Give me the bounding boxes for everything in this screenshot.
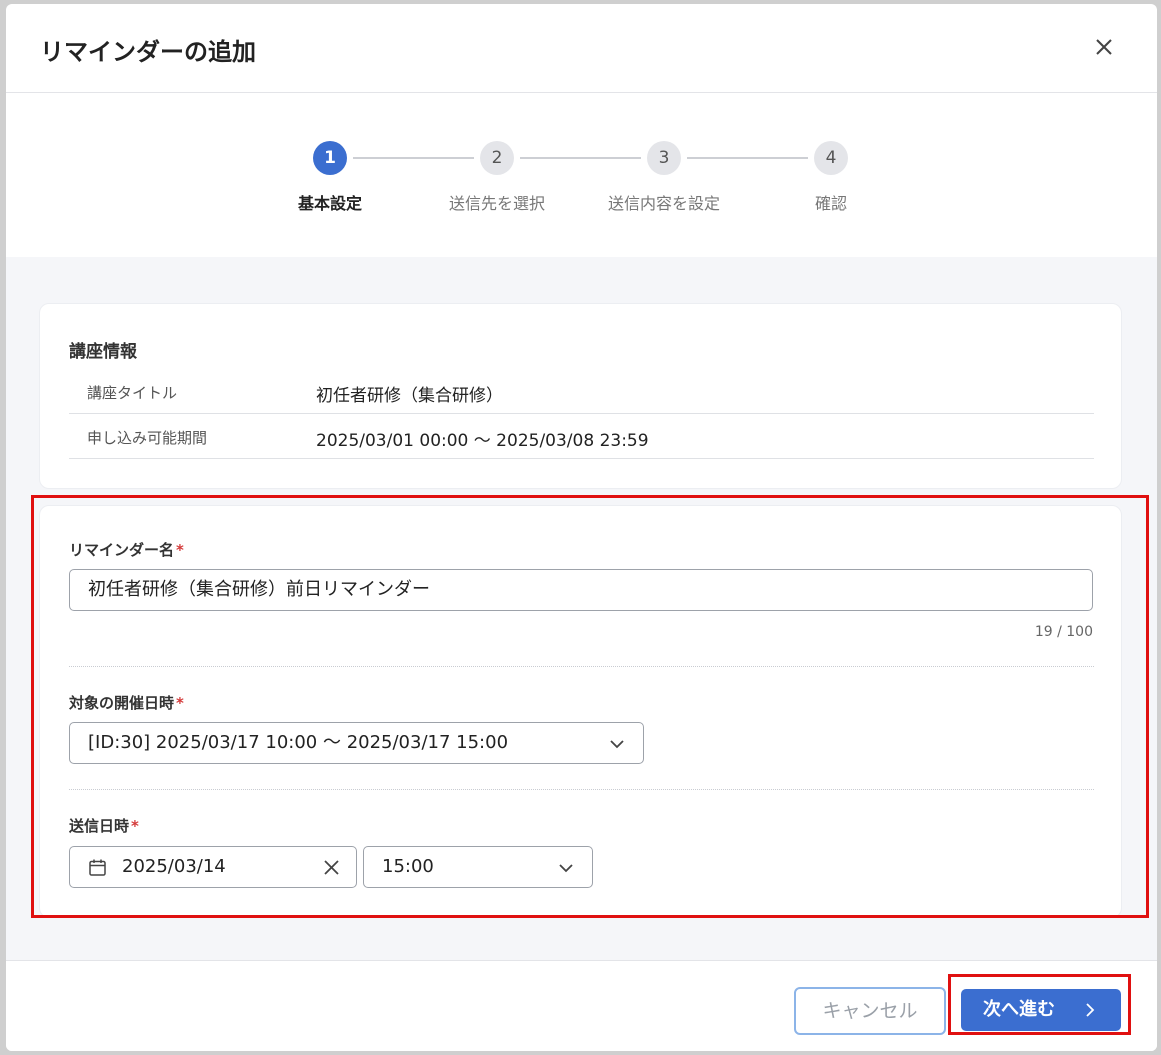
application-period-key: 申し込み可能期間 <box>87 429 208 447</box>
reminder-form-card: リマインダー名 * 初任者研修（集合研修）前日リマインダー 19 / 100 対象… <box>39 505 1122 918</box>
required-mark: * <box>176 541 184 559</box>
chevron-down-icon <box>559 864 573 873</box>
close-icon <box>1096 39 1112 55</box>
course-title-key: 講座タイトル <box>87 384 178 402</box>
next-button-label: 次へ進む <box>983 999 1055 1020</box>
course-info-card: 講座情報 講座タイトル 初任者研修（集合研修） 申し込み可能期間 2025/03… <box>39 303 1122 489</box>
required-mark: * <box>176 694 184 712</box>
step-number: 2 <box>480 141 514 175</box>
send-datetime-label: 送信日時 * <box>69 815 139 836</box>
step-indicator: 1 基本設定 2 送信先を選択 3 送信内容を設定 4 確認 <box>6 93 1157 257</box>
send-time-value: 15:00 <box>382 856 434 877</box>
course-title-value: 初任者研修（集合研修） <box>316 386 503 406</box>
dialog-header: リマインダーの追加 <box>6 4 1157 93</box>
event-datetime-label: 対象の開催日時 * <box>69 692 184 713</box>
dialog-body: 講座情報 講座タイトル 初任者研修（集合研修） 申し込み可能期間 2025/03… <box>6 257 1157 960</box>
clear-icon[interactable] <box>322 858 341 877</box>
step-label: 送信内容を設定 <box>607 194 720 213</box>
dialog-title: リマインダーの追加 <box>40 38 256 66</box>
send-date-value: 2025/03/14 <box>122 856 226 877</box>
step-number: 4 <box>814 141 848 175</box>
field-divider <box>69 789 1094 790</box>
cancel-button[interactable]: キャンセル <box>794 987 946 1035</box>
field-divider <box>69 666 1094 667</box>
step-1: 1 基本設定 <box>260 141 400 214</box>
step-label: 基本設定 <box>297 194 362 213</box>
event-datetime-value: [ID:30] 2025/03/17 10:00 〜 2025/03/17 15… <box>88 732 509 753</box>
send-date-input[interactable]: 2025/03/14 <box>69 846 357 888</box>
chevron-right-icon <box>1086 1003 1095 1017</box>
step-number: 3 <box>647 141 681 175</box>
application-period-row: 申し込み可能期間 2025/03/01 00:00 〜 2025/03/08 2… <box>69 415 1094 459</box>
event-datetime-label-text: 対象の開催日時 <box>69 694 175 712</box>
reminder-name-label: リマインダー名 * <box>69 539 184 560</box>
chevron-down-icon <box>610 740 624 749</box>
event-datetime-select[interactable]: [ID:30] 2025/03/17 10:00 〜 2025/03/17 15… <box>69 722 644 764</box>
dialog-footer: キャンセル 次へ進む <box>6 960 1157 1051</box>
send-datetime-label-text: 送信日時 <box>69 817 130 835</box>
course-info-title: 講座情報 <box>69 342 137 362</box>
step-number: 1 <box>313 141 347 175</box>
step-3: 3 送信内容を設定 <box>594 141 734 214</box>
step-4: 4 確認 <box>761 141 901 214</box>
character-counter: 19 / 100 <box>1034 624 1093 640</box>
step-label: 送信先を選択 <box>448 194 545 213</box>
close-button[interactable] <box>1091 34 1117 60</box>
reminder-name-label-text: リマインダー名 <box>69 541 175 559</box>
reminder-name-input[interactable]: 初任者研修（集合研修）前日リマインダー <box>69 569 1093 611</box>
send-time-select[interactable]: 15:00 <box>363 846 593 888</box>
step-2: 2 送信先を選択 <box>427 141 567 214</box>
add-reminder-dialog: リマインダーの追加 1 基本設定 2 送信先を選択 3 送信内容を設定 4 確認 <box>6 4 1157 1051</box>
application-period-value: 2025/03/01 00:00 〜 2025/03/08 23:59 <box>316 431 649 451</box>
step-label: 確認 <box>814 194 847 213</box>
next-button[interactable]: 次へ進む <box>961 989 1121 1031</box>
course-title-row: 講座タイトル 初任者研修（集合研修） <box>69 370 1094 414</box>
required-mark: * <box>131 817 139 835</box>
calendar-icon <box>89 859 106 876</box>
